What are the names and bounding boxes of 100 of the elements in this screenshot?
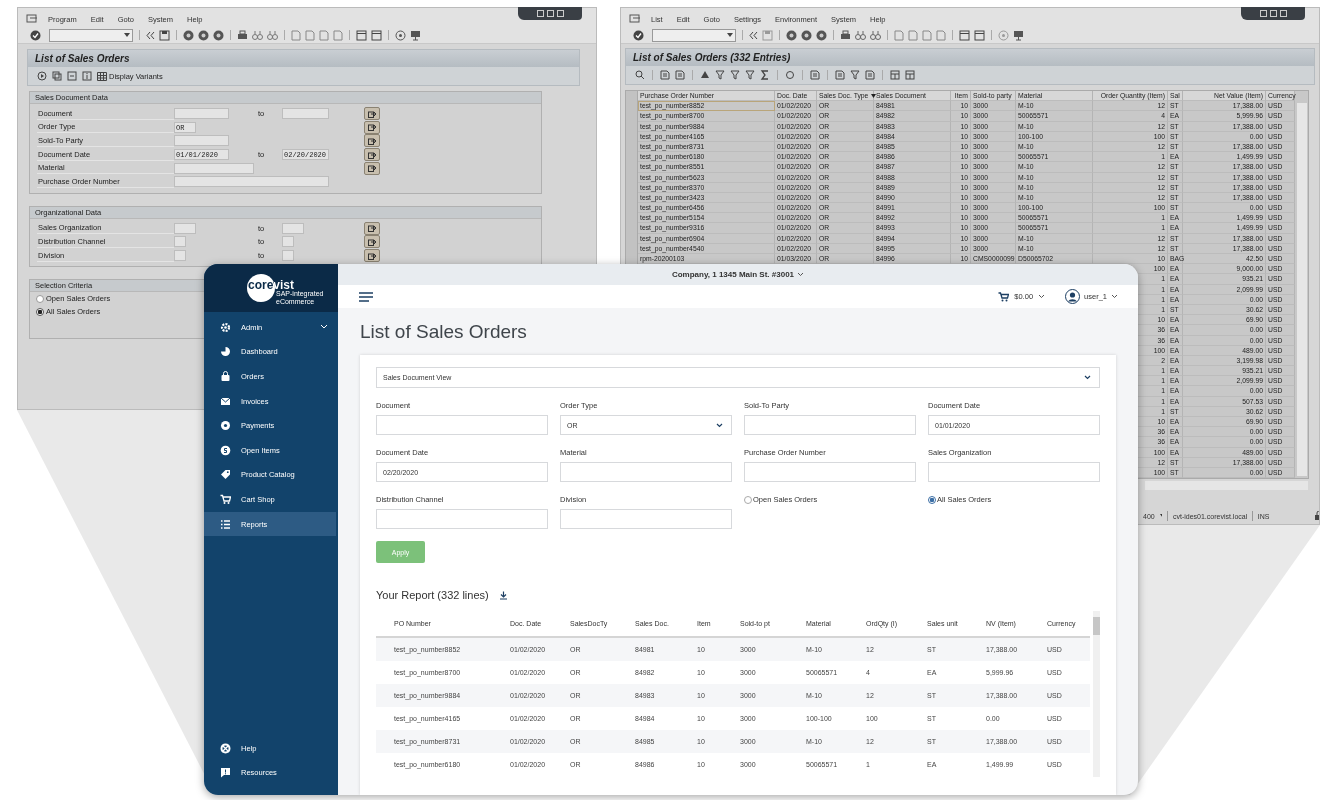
print-icon[interactable] [840, 29, 851, 41]
pie-icon [220, 346, 231, 358]
page-icon[interactable] [922, 29, 932, 41]
scrollbar[interactable] [1297, 103, 1307, 477]
execute-icon[interactable] [37, 71, 47, 81]
page-icon[interactable] [865, 70, 875, 80]
multiple-selection-button[interactable] [364, 249, 380, 263]
copy-icon[interactable] [52, 71, 62, 81]
monitor-icon[interactable] [410, 29, 421, 41]
input-field[interactable] [560, 462, 732, 482]
menu-icon[interactable] [26, 14, 38, 24]
find-icon[interactable] [855, 29, 866, 41]
page-icon[interactable] [660, 70, 670, 80]
multiple-selection-button[interactable] [364, 161, 380, 175]
menu-icon[interactable] [629, 14, 641, 24]
input-field[interactable] [282, 108, 329, 120]
find-icon[interactable] [870, 29, 881, 41]
input-field[interactable] [282, 222, 304, 234]
page-icon[interactable] [835, 70, 845, 80]
multiple-selection-button[interactable] [364, 107, 380, 121]
multiple-selection-button[interactable] [364, 221, 380, 235]
input-field[interactable] [174, 236, 186, 248]
input-field[interactable] [376, 509, 548, 529]
info-icon[interactable] [82, 71, 92, 81]
find-icon[interactable] [252, 29, 263, 41]
check-icon[interactable] [633, 29, 644, 41]
dollar-icon [220, 444, 231, 456]
input-field[interactable] [174, 162, 254, 174]
command-field[interactable] [49, 28, 133, 42]
print-icon[interactable] [237, 29, 248, 41]
multiple-selection-button[interactable] [364, 134, 380, 148]
input-field[interactable] [174, 176, 329, 188]
radio-button[interactable] [744, 495, 752, 504]
sort-icon[interactable] [700, 70, 710, 80]
input-field[interactable] [282, 236, 294, 248]
navigation-icon[interactable] [183, 29, 194, 41]
window-icon[interactable] [959, 29, 970, 41]
page-icon[interactable] [810, 70, 820, 80]
filter-icon[interactable] [850, 70, 860, 80]
navigation-icon[interactable] [801, 29, 812, 41]
window-icon[interactable] [371, 29, 382, 41]
input-field[interactable] [282, 250, 294, 262]
scrollbar[interactable] [1093, 611, 1100, 777]
chevron-down-icon [1111, 294, 1118, 300]
navigation-icon[interactable] [816, 29, 827, 41]
menu-icon[interactable] [358, 291, 374, 302]
page-icon[interactable] [333, 29, 343, 41]
radio-button[interactable] [36, 307, 44, 316]
page-icon[interactable] [319, 29, 329, 41]
input-field[interactable] [174, 222, 196, 234]
back-icon[interactable] [146, 29, 155, 41]
page-icon[interactable] [894, 29, 904, 41]
page-icon[interactable] [305, 29, 315, 41]
lock-icon[interactable] [1314, 511, 1319, 521]
save-icon[interactable] [159, 29, 170, 41]
radio-button[interactable] [36, 294, 44, 303]
page-icon[interactable] [908, 29, 918, 41]
company-selector[interactable]: Company, 1 1345 Main St. #3001 [338, 264, 1138, 286]
page-icon[interactable] [291, 29, 301, 41]
input-field[interactable] [560, 509, 732, 529]
window-icon[interactable] [356, 29, 367, 41]
input-field[interactable] [174, 135, 229, 147]
command-field[interactable] [652, 28, 736, 42]
input-field[interactable] [376, 415, 548, 435]
input-field[interactable] [174, 250, 186, 262]
page-icon[interactable] [936, 29, 946, 41]
sum-icon[interactable] [760, 70, 770, 80]
window-icon[interactable] [974, 29, 985, 41]
navigation-icon[interactable] [786, 29, 797, 41]
cart-icon [998, 291, 1010, 302]
row-selector[interactable] [626, 254, 638, 265]
multiple-selection-button[interactable] [364, 120, 380, 134]
page-icon[interactable] [675, 70, 685, 80]
caret-icon[interactable] [1159, 514, 1163, 518]
layout-icon[interactable] [890, 70, 900, 80]
refresh-icon[interactable] [785, 70, 795, 80]
navigation-icon[interactable] [213, 29, 224, 41]
back-icon[interactable] [749, 29, 758, 41]
magnifier-icon[interactable] [635, 70, 645, 80]
window-controls-icon[interactable] [1241, 7, 1305, 20]
check-icon[interactable] [30, 29, 41, 41]
help-icon[interactable] [395, 29, 406, 41]
input-field[interactable] [744, 462, 916, 482]
input-field[interactable] [174, 108, 229, 120]
find-icon[interactable] [267, 29, 278, 41]
input-field[interactable] [744, 415, 916, 435]
radio-button[interactable] [928, 495, 936, 504]
window-controls-icon[interactable] [518, 7, 582, 20]
money-icon [220, 420, 231, 432]
multiple-selection-button[interactable] [364, 235, 380, 249]
navigation-icon[interactable] [198, 29, 209, 41]
scrollbar[interactable] [1145, 481, 1308, 491]
chevron-down-icon [716, 422, 723, 428]
download-icon[interactable] [498, 590, 508, 600]
layout-icon[interactable] [905, 70, 915, 80]
input-field[interactable] [928, 462, 1100, 482]
monitor-icon[interactable] [1013, 29, 1024, 41]
gear-icon [220, 321, 231, 333]
variant-icon[interactable] [67, 71, 77, 81]
multiple-selection-button[interactable] [364, 148, 380, 162]
